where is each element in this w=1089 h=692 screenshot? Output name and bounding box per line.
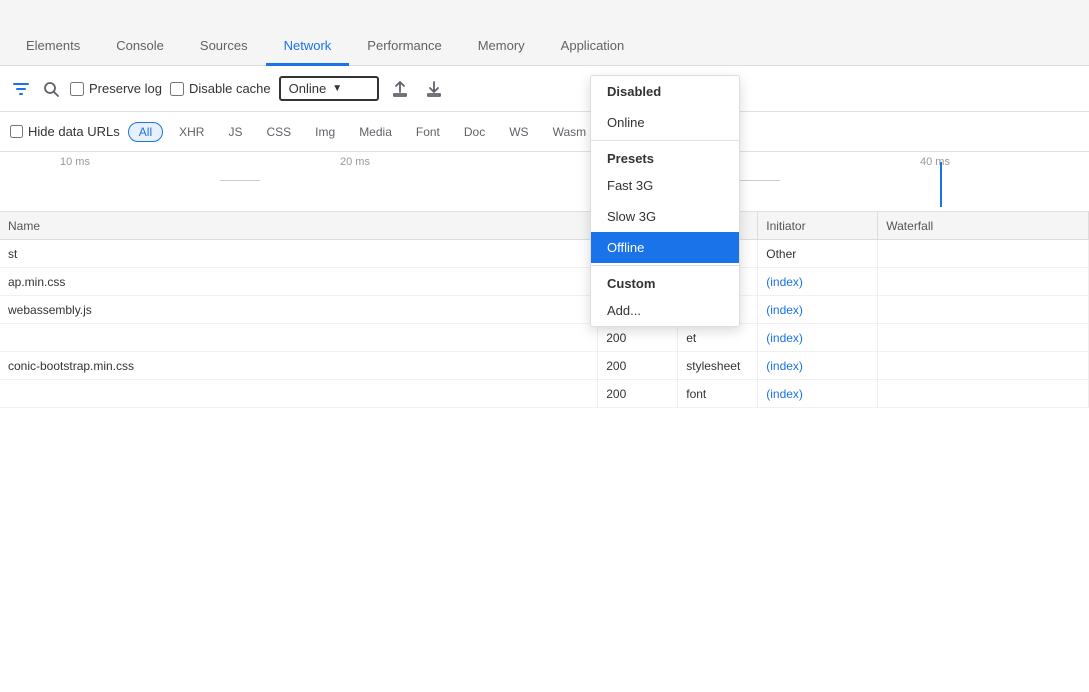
- td-name: conic-bootstrap.min.css: [0, 352, 598, 379]
- td-waterfall: [878, 352, 1089, 379]
- td-waterfall: [878, 240, 1089, 267]
- filter-row: Hide data URLs All XHR JS CSS Img Media …: [0, 112, 1089, 152]
- table-header: Name Status Type Initiator Waterfall: [0, 212, 1089, 240]
- td-initiator: Other: [758, 240, 878, 267]
- dropdown-section-custom: Custom: [591, 268, 739, 295]
- preserve-log-input[interactable]: [70, 82, 84, 96]
- td-type: et: [678, 324, 758, 351]
- preserve-log-checkbox[interactable]: Preserve log: [70, 81, 162, 96]
- td-waterfall: [878, 296, 1089, 323]
- upload-button[interactable]: [387, 76, 413, 102]
- td-name: [0, 380, 598, 407]
- initiator-link[interactable]: (index): [766, 275, 803, 289]
- tab-sources[interactable]: Sources: [182, 28, 266, 66]
- filter-icon[interactable]: [10, 78, 32, 100]
- dropdown-item-fast3g[interactable]: Fast 3G: [591, 170, 739, 201]
- dropdown-divider-2: [591, 265, 739, 266]
- table-row[interactable]: 200 font (index): [0, 380, 1089, 408]
- table-row[interactable]: conic-bootstrap.min.css 200 stylesheet (…: [0, 352, 1089, 380]
- tab-performance[interactable]: Performance: [349, 28, 459, 66]
- tick-40ms: 40 ms: [920, 156, 950, 168]
- disable-cache-input[interactable]: [170, 82, 184, 96]
- td-name: webassembly.js: [0, 296, 598, 323]
- dropdown-item-offline[interactable]: Offline: [591, 232, 739, 263]
- initiator-link[interactable]: (index): [766, 359, 803, 373]
- table-row[interactable]: ap.min.css 200 et (index): [0, 268, 1089, 296]
- hide-data-urls-label: Hide data URLs: [28, 124, 120, 139]
- timeline-segment-1: [220, 180, 260, 181]
- td-waterfall: [878, 380, 1089, 407]
- download-button[interactable]: [421, 76, 447, 102]
- dropdown-item-slow3g[interactable]: Slow 3G: [591, 201, 739, 232]
- table-row[interactable]: webassembly.js 200 (index): [0, 296, 1089, 324]
- td-waterfall: [878, 324, 1089, 351]
- td-status: 200: [598, 324, 678, 351]
- filter-img[interactable]: Img: [307, 123, 343, 141]
- search-icon[interactable]: [40, 78, 62, 100]
- tab-memory[interactable]: Memory: [460, 28, 543, 66]
- tick-10ms: 10 ms: [60, 156, 90, 168]
- filter-doc[interactable]: Doc: [456, 123, 493, 141]
- timeline-cursor: [940, 162, 942, 207]
- td-status: 200: [598, 352, 678, 379]
- filter-wasm[interactable]: Wasm: [545, 123, 595, 141]
- dropdown-section-presets: Presets: [591, 143, 739, 170]
- filter-css[interactable]: CSS: [258, 123, 299, 141]
- filter-media[interactable]: Media: [351, 123, 400, 141]
- filter-ws[interactable]: WS: [501, 123, 536, 141]
- disable-cache-label: Disable cache: [189, 81, 271, 96]
- dropdown-divider: [591, 140, 739, 141]
- dropdown-item-add[interactable]: Add...: [591, 295, 739, 326]
- filter-all-button[interactable]: All: [128, 122, 163, 142]
- td-initiator: (index): [758, 324, 878, 351]
- td-type: stylesheet: [678, 352, 758, 379]
- throttling-dropdown: Disabled Online Presets Fast 3G Slow 3G …: [590, 75, 740, 327]
- td-initiator: (index): [758, 268, 878, 295]
- td-status: 200: [598, 380, 678, 407]
- preserve-log-label: Preserve log: [89, 81, 162, 96]
- filter-xhr[interactable]: XHR: [171, 123, 212, 141]
- initiator-link[interactable]: (index): [766, 387, 803, 401]
- td-initiator: (index): [758, 296, 878, 323]
- th-waterfall: Waterfall: [878, 212, 1089, 239]
- online-dropdown[interactable]: Online ▼: [279, 76, 379, 101]
- initiator-link[interactable]: (index): [766, 303, 803, 317]
- th-name: Name: [0, 212, 598, 239]
- timeline-area: 10 ms 20 ms 40 ms: [0, 152, 1089, 212]
- filter-font[interactable]: Font: [408, 123, 448, 141]
- disable-cache-checkbox[interactable]: Disable cache: [170, 81, 271, 96]
- tab-bar: Elements Console Sources Network Perform…: [0, 0, 1089, 66]
- td-type: font: [678, 380, 758, 407]
- td-initiator: (index): [758, 380, 878, 407]
- online-label: Online: [289, 81, 327, 96]
- td-waterfall: [878, 268, 1089, 295]
- tab-network[interactable]: Network: [266, 28, 350, 66]
- table-body: st 200 nt Other ap.min.css 200 et (index…: [0, 240, 1089, 408]
- tab-console[interactable]: Console: [98, 28, 182, 66]
- tab-application[interactable]: Application: [543, 28, 643, 66]
- hide-data-urls-input[interactable]: [10, 125, 23, 138]
- td-name: st: [0, 240, 598, 267]
- initiator-link[interactable]: (index): [766, 331, 803, 345]
- table-row[interactable]: st 200 nt Other: [0, 240, 1089, 268]
- toolbar: Preserve log Disable cache Online ▼: [0, 66, 1089, 112]
- dropdown-item-disabled[interactable]: Disabled: [591, 76, 739, 107]
- tab-elements[interactable]: Elements: [8, 28, 98, 66]
- timeline-segment-2: [740, 180, 780, 181]
- hide-data-urls-checkbox[interactable]: Hide data URLs: [10, 124, 120, 139]
- td-name: ap.min.css: [0, 268, 598, 295]
- table-row[interactable]: 200 et (index): [0, 324, 1089, 352]
- td-initiator: (index): [758, 352, 878, 379]
- dropdown-item-online[interactable]: Online: [591, 107, 739, 138]
- tick-20ms: 20 ms: [340, 156, 370, 168]
- td-name: [0, 324, 598, 351]
- dropdown-arrow-icon: ▼: [332, 83, 342, 94]
- filter-js[interactable]: JS: [220, 123, 250, 141]
- th-initiator: Initiator: [758, 212, 878, 239]
